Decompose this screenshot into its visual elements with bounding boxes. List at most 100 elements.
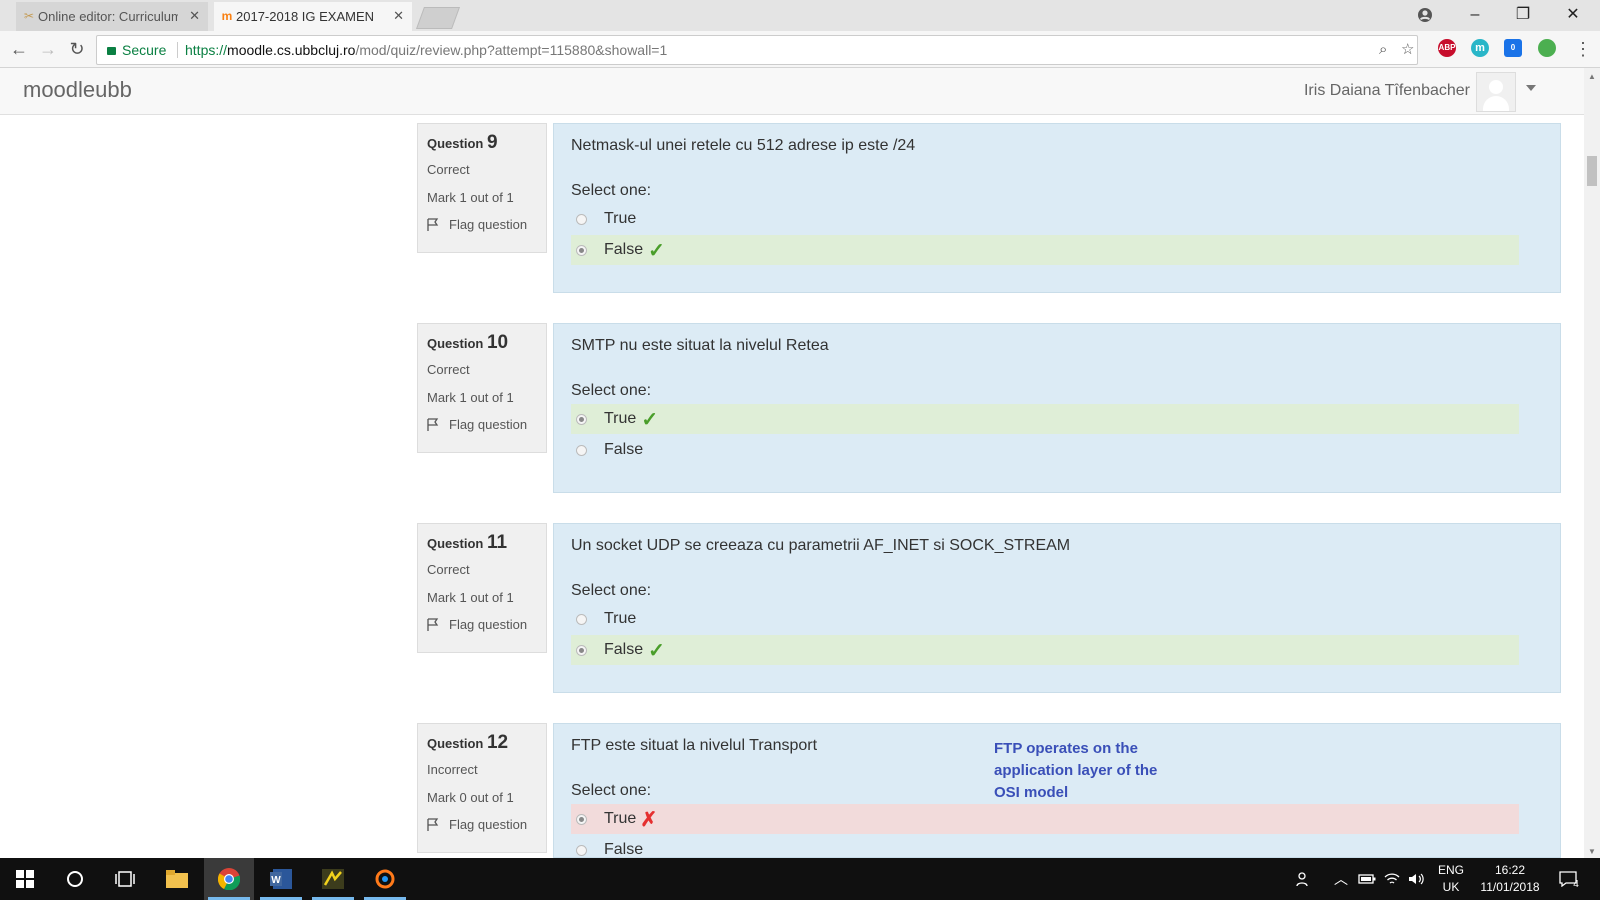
select-one-prompt: Select one: (571, 182, 652, 199)
browser-tab-exam[interactable]: m 2017-2018 IG EXAMEN ✕ (214, 2, 412, 31)
battery-icon[interactable] (1358, 858, 1376, 900)
answer-radio[interactable] (576, 244, 587, 256)
answer-option-false[interactable]: False ✓ (571, 235, 1519, 265)
answer-label: True (604, 210, 637, 227)
question-state: Correct (427, 362, 470, 377)
question-formulation-10: SMTP nu este situat la nivelul Retea Sel… (553, 323, 1561, 493)
answer-radio[interactable] (576, 644, 587, 656)
flag-icon (427, 618, 440, 631)
back-arrow-icon[interactable]: ← (8, 37, 30, 61)
question-grade: Mark 1 out of 1 (427, 590, 514, 605)
question-grade: Mark 1 out of 1 (427, 190, 514, 205)
flag-icon (427, 418, 440, 431)
select-one-prompt: Select one: (571, 382, 652, 399)
url-text[interactable]: https://moodle.cs.ubbcluj.ro/mod/quiz/re… (185, 36, 667, 64)
question-number: Question 10 (427, 332, 509, 353)
browser-tab-editor[interactable]: ✂ Online editor: Curriculum ✕ (16, 2, 208, 31)
answer-radio[interactable] (576, 813, 587, 825)
check-icon: ✓ (648, 639, 665, 662)
question-text: Netmask-ul unei retele cu 512 adrese ip … (571, 137, 916, 154)
notification-center-icon[interactable]: 4 (1554, 858, 1584, 900)
question-info-11: Question 11 Correct Mark 1 out of 1 Flag… (417, 523, 547, 653)
answer-radio[interactable] (576, 844, 587, 856)
answer-option-true[interactable]: True (571, 204, 1519, 234)
question-state: Correct (427, 562, 470, 577)
answer-label: False (604, 841, 644, 858)
close-tab-icon[interactable]: ✕ (393, 8, 404, 24)
flag-question-link[interactable]: Flag question (427, 617, 537, 632)
close-tab-icon[interactable]: ✕ (189, 8, 200, 24)
question-info-10: Question 10 Correct Mark 1 out of 1 Flag… (417, 323, 547, 453)
url-scheme: https:// (185, 42, 228, 58)
cortana-search-icon[interactable] (50, 858, 100, 900)
file-explorer-icon[interactable] (152, 858, 202, 900)
language-indicator[interactable]: ENG UK (1436, 858, 1466, 900)
question-number: Question 12 (427, 732, 509, 753)
reload-icon[interactable]: ↻ (66, 37, 88, 61)
moodle-navbar: moodleubb Iris Daiana Tîfenbacher (0, 68, 1584, 115)
flag-question-link[interactable]: Flag question (427, 417, 537, 432)
ide-app-icon[interactable] (308, 858, 358, 900)
adblock-plus-icon[interactable]: ABP (1438, 39, 1456, 57)
forward-arrow-icon[interactable]: → (37, 37, 59, 61)
chevron-up-icon[interactable]: ︿ (1334, 858, 1348, 900)
answer-option-true[interactable]: True (571, 604, 1519, 634)
wifi-icon[interactable] (1384, 858, 1400, 900)
scroll-down-icon[interactable]: ▼ (1588, 847, 1596, 856)
answer-option-false[interactable]: False (571, 435, 1519, 465)
scroll-up-icon[interactable]: ▲ (1588, 72, 1596, 81)
annotation-note: FTP operates on the application layer of… (994, 738, 1194, 804)
question-number: Question 9 (427, 132, 498, 153)
windows-start-icon[interactable] (0, 858, 50, 900)
answer-radio[interactable] (576, 213, 587, 225)
bookmark-star-icon[interactable]: ☆ (1401, 36, 1414, 64)
scrollbar-thumb[interactable] (1587, 156, 1597, 186)
question-text: Un socket UDP se creeaza cu parametrii A… (571, 537, 1071, 554)
extension-m-icon[interactable]: m (1471, 39, 1489, 57)
user-name[interactable]: Iris Daiana Tîfenbacher (1304, 82, 1470, 100)
clock-time: 16:22 (1494, 863, 1526, 877)
extension-badge-icon[interactable]: 0 (1504, 39, 1522, 57)
cross-icon: ✗ (640, 808, 658, 831)
answer-option-true[interactable]: True ✓ (571, 404, 1519, 434)
flag-question-link[interactable]: Flag question (427, 217, 537, 232)
system-clock[interactable]: 16:22 11/01/2018 (1472, 858, 1548, 900)
divider (177, 42, 178, 58)
clock-date: 11/01/2018 (1480, 880, 1540, 894)
answer-radio[interactable] (576, 444, 587, 456)
globe-extension-icon[interactable] (1538, 39, 1556, 57)
answer-option-true[interactable]: True ✗ (571, 804, 1519, 834)
task-view-icon[interactable] (100, 858, 150, 900)
site-brand[interactable]: moodleubb (23, 77, 132, 103)
chevron-down-icon[interactable] (1526, 85, 1536, 91)
avatar[interactable] (1476, 72, 1516, 112)
question-state: Correct (427, 162, 470, 177)
secure-indicator[interactable]: Secure (107, 36, 166, 64)
answer-label: True (604, 810, 637, 827)
answer-label: True (604, 610, 637, 627)
page-scrollbar[interactable]: ▲ ▼ (1584, 68, 1600, 858)
chrome-icon[interactable] (204, 858, 254, 900)
restore-window-icon[interactable]: ❐ (1500, 0, 1546, 30)
profile-icon[interactable] (1402, 0, 1448, 30)
answer-label: True (604, 410, 637, 427)
word-icon[interactable]: W (256, 858, 306, 900)
answer-radio[interactable] (576, 413, 587, 425)
answer-option-false[interactable]: False ✓ (571, 635, 1519, 665)
minimize-window-icon[interactable]: – (1452, 0, 1498, 30)
question-formulation-9: Netmask-ul unei retele cu 512 adrese ip … (553, 123, 1561, 293)
chrome-menu-icon[interactable]: ⋮ (1572, 37, 1594, 61)
flag-question-link[interactable]: Flag question (427, 817, 537, 832)
address-bar[interactable]: Secure https://moodle.cs.ubbcluj.ro/mod/… (96, 35, 1418, 65)
new-tab-button[interactable] (415, 7, 461, 29)
sync-app-icon[interactable] (360, 858, 410, 900)
tab-title: 2017-2018 IG EXAMEN (236, 9, 375, 24)
volume-icon[interactable] (1408, 858, 1424, 900)
people-icon[interactable] (1296, 858, 1312, 900)
zoom-icon[interactable]: ⌕ (1379, 36, 1387, 64)
answer-radio[interactable] (576, 613, 587, 625)
annotation-line: FTP operates on the (994, 740, 1138, 757)
editor-icon: ✂ (23, 9, 35, 23)
language-code: ENG (1437, 863, 1464, 877)
close-window-icon[interactable]: ✕ (1550, 0, 1596, 30)
